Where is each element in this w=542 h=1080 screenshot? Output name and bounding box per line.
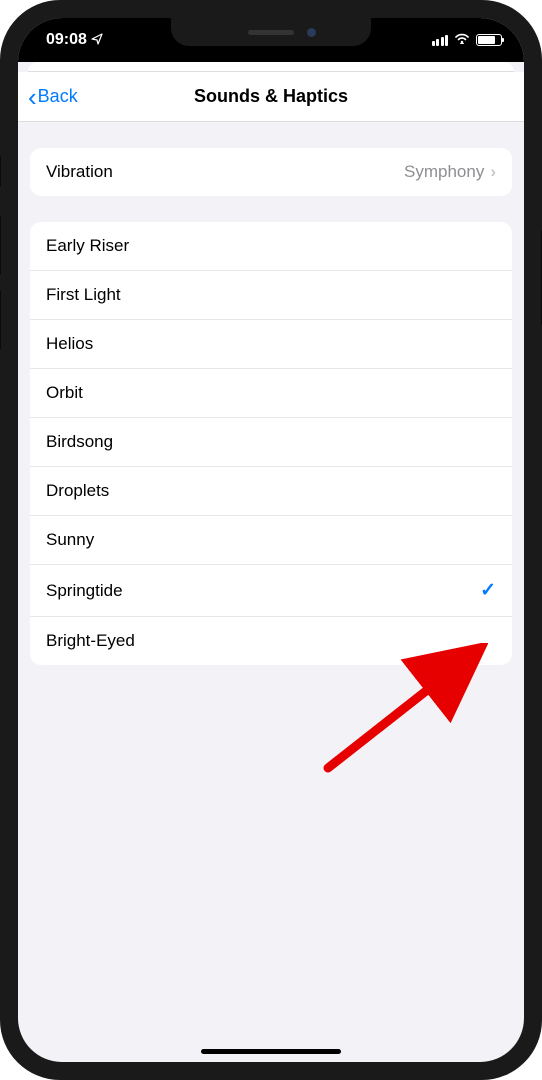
sound-label: Early Riser	[46, 236, 129, 256]
sound-row[interactable]: Early Riser	[30, 222, 512, 270]
volume-up-button	[0, 215, 1, 275]
vibration-row[interactable]: Vibration Symphony ›	[30, 148, 512, 196]
location-icon	[91, 33, 103, 48]
back-button[interactable]: ‹ Back	[18, 84, 78, 110]
sound-label: Springtide	[46, 581, 123, 601]
sound-row[interactable]: Helios	[30, 319, 512, 368]
status-time: 09:08	[46, 31, 87, 49]
sound-label: Droplets	[46, 481, 109, 501]
sound-row[interactable]: Bright-Eyed	[30, 616, 512, 665]
vibration-label: Vibration	[46, 162, 113, 182]
cellular-icon	[432, 35, 449, 46]
phone-frame: 09:08 ‹ Back	[0, 0, 542, 1080]
chevron-left-icon: ‹	[28, 84, 37, 110]
sound-row[interactable]: Droplets	[30, 466, 512, 515]
status-right	[432, 31, 503, 49]
phone-screen: 09:08 ‹ Back	[18, 18, 524, 1062]
notch	[171, 18, 371, 46]
card-top-edge	[28, 62, 514, 72]
vibration-value-wrap: Symphony ›	[404, 162, 496, 182]
front-camera	[307, 28, 316, 37]
sound-row[interactable]: Orbit	[30, 368, 512, 417]
page-title: Sounds & Haptics	[194, 86, 348, 107]
sound-label: Orbit	[46, 383, 83, 403]
battery-icon	[476, 34, 502, 46]
sound-label: Helios	[46, 334, 93, 354]
home-indicator[interactable]	[201, 1049, 341, 1054]
chevron-right-icon: ›	[490, 162, 496, 182]
vibration-value: Symphony	[404, 162, 484, 182]
volume-down-button	[0, 290, 1, 350]
back-label: Back	[38, 86, 78, 107]
status-left: 09:08	[46, 31, 103, 49]
sound-row[interactable]: First Light	[30, 270, 512, 319]
sound-row[interactable]: Springtide ✓	[30, 564, 512, 616]
sound-label: Birdsong	[46, 432, 113, 452]
sound-row[interactable]: Sunny	[30, 515, 512, 564]
nav-header: ‹ Back Sounds & Haptics	[18, 72, 524, 122]
speaker	[248, 30, 294, 35]
wifi-icon	[454, 31, 470, 49]
sounds-group: Early Riser First Light Helios Orbit Birdson…	[30, 222, 512, 665]
sound-label: Sunny	[46, 530, 94, 550]
sound-label: Bright-Eyed	[46, 631, 135, 651]
battery-fill	[478, 36, 495, 44]
sound-row[interactable]: Birdsong	[30, 417, 512, 466]
vibration-group: Vibration Symphony ›	[30, 148, 512, 196]
silent-switch	[0, 155, 1, 187]
content: Vibration Symphony › Early Riser First Li…	[18, 148, 524, 665]
checkmark-icon: ✓	[480, 579, 496, 602]
sound-label: First Light	[46, 285, 121, 305]
